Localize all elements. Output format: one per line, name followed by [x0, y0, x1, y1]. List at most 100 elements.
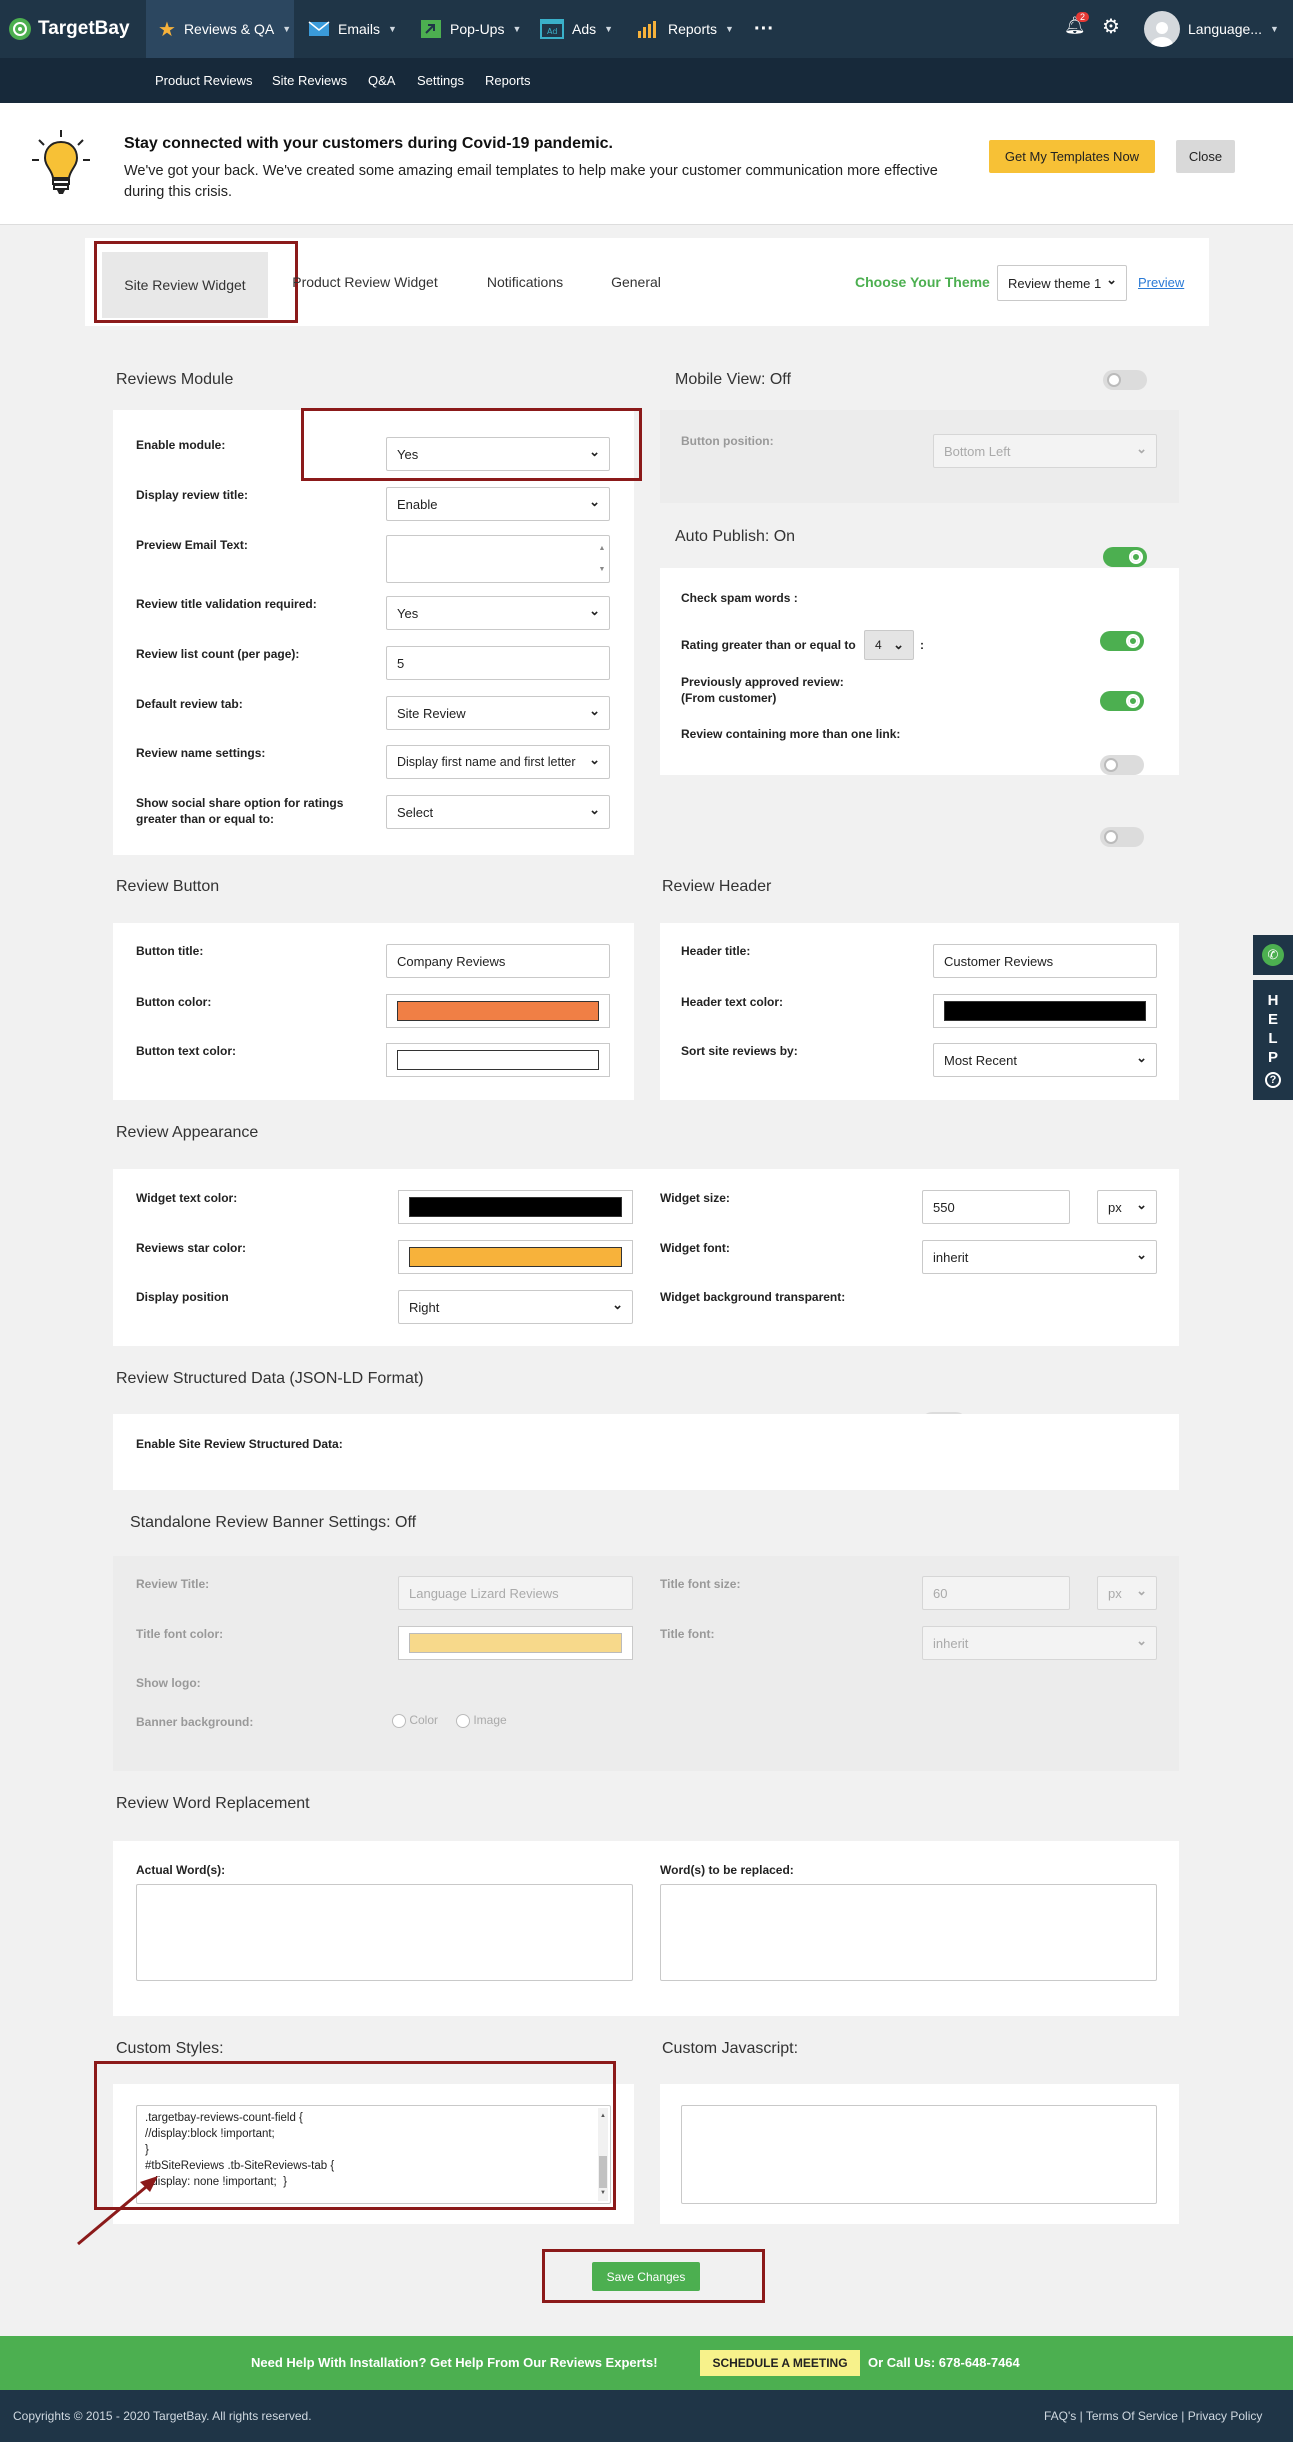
- actual-words-label: Actual Word(s):: [136, 1863, 226, 1877]
- auto-publish-toggle[interactable]: [1103, 547, 1147, 567]
- color-swatch: [409, 1247, 622, 1267]
- list-count-input[interactable]: 5: [386, 646, 610, 680]
- lightbulb-icon: [32, 130, 90, 194]
- button-color-picker[interactable]: [386, 994, 610, 1028]
- tab-general[interactable]: General: [608, 238, 664, 326]
- footer-links: FAQ's | Terms Of Service | Privacy Polic…: [1044, 2409, 1262, 2423]
- help-label: HELP: [1264, 992, 1282, 1068]
- nav-label: Ads: [572, 21, 597, 37]
- banner-bg-label: Banner background:: [136, 1715, 254, 1729]
- spam-words-toggle[interactable]: [1100, 631, 1144, 651]
- preview-email-textarea[interactable]: ▲ ▼: [386, 535, 610, 583]
- chevron-down-icon: ▼: [388, 24, 397, 34]
- title-validation-select[interactable]: Yes: [386, 596, 610, 630]
- widget-font-label: Widget font:: [660, 1241, 730, 1255]
- button-text-color-picker[interactable]: [386, 1043, 610, 1077]
- actual-words-textarea[interactable]: [136, 1884, 633, 1981]
- nav-emails[interactable]: Emails ▼: [308, 0, 397, 58]
- select-value: Site Review: [397, 705, 466, 721]
- button-title-input[interactable]: Company Reviews: [386, 944, 610, 978]
- faq-link[interactable]: FAQ's: [1044, 2409, 1076, 2423]
- subnav-product-reviews[interactable]: Product Reviews: [155, 58, 253, 103]
- chevron-down-icon: ▼: [725, 24, 734, 34]
- subnav-reports[interactable]: Reports: [485, 58, 531, 103]
- text-color-label: Widget text color:: [136, 1191, 238, 1205]
- select-value: px: [1108, 1585, 1122, 1601]
- rating-label: Rating greater than or equal to: [681, 638, 856, 652]
- rating-toggle[interactable]: [1100, 691, 1144, 711]
- tab-product-review-widget[interactable]: Product Review Widget: [290, 238, 440, 326]
- name-settings-select[interactable]: Display first name and first letter: [386, 745, 610, 779]
- ads-icon: Ad: [540, 19, 564, 39]
- tab-notifications[interactable]: Notifications: [478, 238, 572, 326]
- subnav-settings[interactable]: Settings: [417, 58, 464, 103]
- custom-js-textarea[interactable]: [681, 2105, 1157, 2204]
- call-tab[interactable]: ✆: [1253, 935, 1293, 975]
- settings-gear[interactable]: ⚙: [1102, 14, 1120, 39]
- nav-reports[interactable]: Reports ▼: [636, 0, 734, 58]
- more-menu-icon[interactable]: ···: [754, 0, 774, 58]
- custom-styles-title: Custom Styles:: [116, 2040, 224, 2057]
- subnav-qa[interactable]: Q&A: [368, 58, 395, 103]
- toggle-knob: [1104, 830, 1118, 844]
- nav-popups[interactable]: Pop-Ups ▼: [420, 0, 521, 58]
- replaced-words-textarea[interactable]: [660, 1884, 1157, 1981]
- subnav-site-reviews[interactable]: Site Reviews: [272, 58, 347, 103]
- user-menu[interactable]: Language... ▼: [1144, 11, 1279, 47]
- header-text-color-picker[interactable]: [933, 994, 1157, 1028]
- widget-size-input[interactable]: 550: [922, 1190, 1070, 1224]
- help-tab[interactable]: HELP ?: [1253, 980, 1293, 1100]
- choose-theme-label: Choose Your Theme: [855, 274, 990, 290]
- notification-badge: 2: [1076, 12, 1090, 22]
- chevron-down-icon: ▼: [604, 24, 614, 34]
- star-color-picker[interactable]: [398, 1240, 633, 1274]
- select-value: inherit: [933, 1249, 969, 1265]
- notifications-bell[interactable]: 🔔︎ 2: [1064, 12, 1090, 40]
- enable-module-label: Enable module:: [136, 438, 226, 452]
- approved-review-label: Previously approved review: (From custom…: [681, 675, 844, 705]
- approved-review-toggle[interactable]: [1100, 755, 1144, 775]
- radio-label: Image: [473, 1713, 507, 1727]
- display-position-label: Display position: [136, 1290, 229, 1304]
- close-banner-button[interactable]: Close: [1176, 140, 1235, 173]
- preview-link[interactable]: Preview: [1138, 275, 1184, 290]
- input-value: Language Lizard Reviews: [409, 1585, 559, 1601]
- rating-select[interactable]: 4: [864, 630, 914, 660]
- rating-colon: :: [920, 638, 924, 652]
- title-font-size-label: Title font size:: [660, 1577, 741, 1591]
- nav-ads[interactable]: Ad Ads ▼: [540, 0, 613, 58]
- scrollbar[interactable]: ▲ ▼: [597, 538, 607, 580]
- display-title-select[interactable]: Enable: [386, 487, 610, 521]
- call-us-text: Or Call Us: 678-648-7464: [868, 2355, 1020, 2370]
- terms-link[interactable]: Terms Of Service: [1086, 2409, 1178, 2423]
- highlight-box: [301, 408, 642, 481]
- review-button-title: Review Button: [116, 878, 220, 895]
- toggle-knob: [1126, 694, 1140, 708]
- title-font-label: Title font:: [660, 1627, 715, 1641]
- privacy-link[interactable]: Privacy Policy: [1188, 2409, 1263, 2423]
- color-swatch: [944, 1001, 1146, 1021]
- review-header-title: Review Header: [662, 878, 772, 895]
- title-font-select: inherit: [922, 1626, 1157, 1660]
- theme-select[interactable]: Review theme 1: [997, 265, 1127, 301]
- display-position-select[interactable]: Right: [398, 1290, 633, 1324]
- nav-reviews-qa[interactable]: ★ Reviews & QA ▼: [146, 0, 294, 58]
- brand-name: TargetBay: [38, 18, 130, 39]
- widget-font-select[interactable]: inherit: [922, 1240, 1157, 1274]
- text-color-picker[interactable]: [398, 1190, 633, 1224]
- default-tab-select[interactable]: Site Review: [386, 696, 610, 730]
- widget-size-unit-select[interactable]: px: [1097, 1190, 1157, 1224]
- brand-logo[interactable]: TargetBay: [8, 14, 130, 44]
- replaced-words-label: Word(s) to be replaced:: [660, 1863, 794, 1877]
- sort-select[interactable]: Most Recent: [933, 1043, 1157, 1077]
- mobile-view-toggle[interactable]: [1103, 370, 1147, 390]
- button-title-label: Button title:: [136, 944, 204, 958]
- social-share-select[interactable]: Select: [386, 795, 610, 829]
- links-toggle[interactable]: [1100, 827, 1144, 847]
- avatar: [1144, 11, 1180, 47]
- get-templates-button[interactable]: Get My Templates Now: [989, 140, 1155, 173]
- select-value: Display first name and first letter: [397, 755, 576, 769]
- structured-data-title: Review Structured Data (JSON-LD Format): [116, 1370, 424, 1387]
- header-title-input[interactable]: Customer Reviews: [933, 944, 1157, 978]
- schedule-meeting-button[interactable]: SCHEDULE A MEETING: [700, 2350, 860, 2376]
